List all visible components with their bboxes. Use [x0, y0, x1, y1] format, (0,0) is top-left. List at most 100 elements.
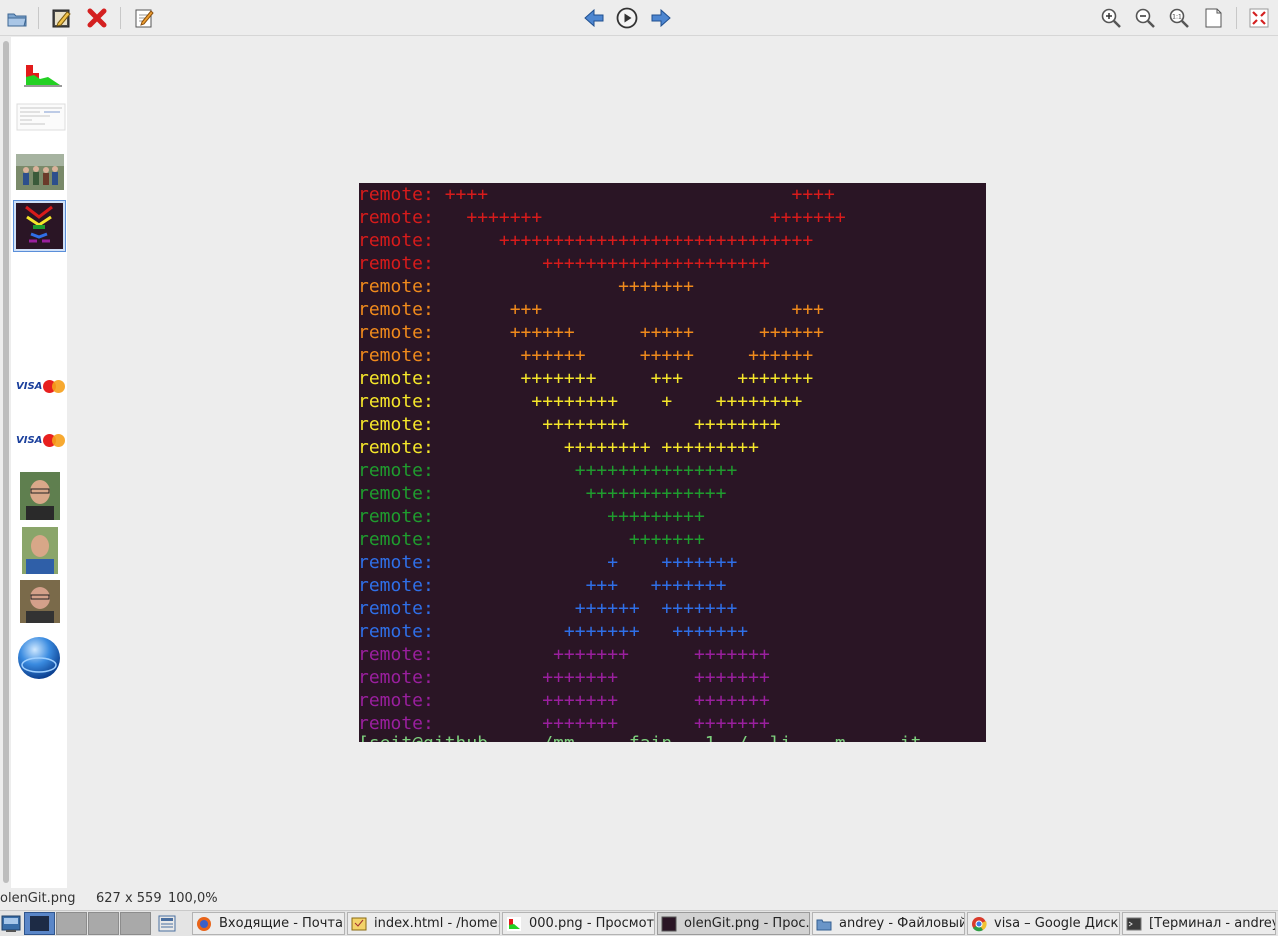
zoom-out-icon[interactable] [1132, 5, 1158, 31]
zoom-original-icon[interactable]: 1:1 [1166, 5, 1192, 31]
terminal-pluses: +++++++ +++++++ [433, 207, 846, 228]
terminal-prompt-tail: [seit@github.. ../mm.. ..fain ..1../..li… [359, 732, 922, 742]
play-icon[interactable] [614, 5, 640, 31]
terminal-pluses: ++++++ +++++ ++++++ [433, 322, 824, 343]
taskbar-task[interactable]: andrey - Файловый... [812, 912, 965, 935]
portrait-thumbnail[interactable] [22, 527, 58, 574]
terminal-pluses: +++++++++++++++++++++++++++++ [433, 230, 814, 251]
taskbar-task[interactable]: [Терминал - andrey... [1122, 912, 1276, 935]
terminal-prefix: remote: [359, 713, 434, 734]
zoom-in-icon[interactable] [1098, 5, 1124, 31]
terminal-prefix: remote: [359, 552, 434, 573]
taskbar-task[interactable]: index.html - /home... [347, 912, 500, 935]
terminal-pluses: +++++++ +++++++ [433, 713, 770, 734]
next-icon[interactable] [648, 5, 674, 31]
terminal-line: remote: +++++++++++++ [359, 482, 726, 505]
terminal-line: remote: ++++ ++++ [359, 183, 835, 206]
terminal-line: remote: +++ +++++++ [359, 574, 726, 597]
terminal-pluses: ++++++ +++++ ++++++ [433, 345, 814, 366]
portrait-thumbnail[interactable] [20, 472, 60, 520]
chrome-icon [971, 916, 987, 932]
menu-icon[interactable] [1, 914, 21, 933]
terminal-prefix: remote: [359, 644, 434, 665]
terminal-line: remote: +++++++++ [359, 505, 705, 528]
terminal-prefix: remote: [359, 460, 434, 481]
status-bar: olenGit.png 627 x 559 100,0% [0, 888, 1278, 910]
image-viewer-icon [661, 916, 677, 932]
workspace-4[interactable] [120, 912, 151, 935]
taskbar-task-label: 000.png - Просмот... [529, 916, 655, 931]
taskbar-task-label: index.html - /home... [374, 916, 500, 931]
olengit-thumbnail[interactable] [13, 200, 66, 252]
previous-icon[interactable] [581, 5, 607, 31]
taskbar-task[interactable]: olenGit.png - Прос... [657, 912, 810, 935]
terminal-prefix: remote: [359, 322, 434, 343]
terminal-prefix: remote: [359, 184, 434, 205]
taskbar-task-label: olenGit.png - Прос... [684, 916, 810, 931]
workspace-1[interactable] [24, 912, 55, 935]
terminal-pluses: ++++++++ ++++++++ [433, 414, 781, 435]
terminal-pluses: +++ +++++++ [433, 575, 727, 596]
terminal-pluses: +++++++ +++++++ [433, 621, 749, 642]
open-icon[interactable] [4, 5, 30, 31]
terminal-pluses: ++++ ++++ [433, 184, 835, 205]
terminal-line: remote: +++++++ [359, 275, 694, 298]
terminal-prefix: remote: [359, 299, 434, 320]
globe-thumbnail[interactable] [16, 635, 62, 681]
terminal-line: remote: ++++++++ ++++++++ [359, 413, 781, 436]
thumbnail-sidebar: VISA VISA [0, 37, 67, 888]
terminal-line: remote: +++++++ +++++++ [359, 620, 748, 643]
terminal-prefix: remote: [359, 230, 434, 251]
mastercard-logo [43, 433, 66, 447]
portrait-thumbnail[interactable] [20, 580, 60, 623]
visa-mastercard-thumbnail[interactable]: VISA [16, 431, 66, 449]
taskbar-task-label: [Терминал - andrey... [1149, 916, 1276, 931]
taskbar-task[interactable]: 000.png - Просмот... [502, 912, 655, 935]
group-photo-thumbnail[interactable] [16, 154, 64, 190]
terminal-pluses: +++++++ [433, 276, 694, 297]
workspace-3[interactable] [88, 912, 119, 935]
terminal-prefix: remote: [359, 207, 434, 228]
terminal-line: remote: +++++++++++++++++++++++++++++ [359, 229, 813, 252]
terminal-line: remote: +++++++ +++++++ [359, 689, 770, 712]
terminal-prefix: remote: [359, 391, 434, 412]
terminal-line: remote: ++++++ +++++ ++++++ [359, 321, 824, 344]
svg-text:1:1: 1:1 [1172, 14, 1182, 21]
fullscreen-icon[interactable] [1246, 5, 1272, 31]
terminal-prefix: remote: [359, 529, 434, 550]
show-desktop-icon[interactable] [158, 914, 176, 933]
sidebar-scrollbar[interactable] [3, 41, 9, 883]
terminal-pluses: +++ +++ [433, 299, 824, 320]
workspace-2[interactable] [56, 912, 87, 935]
terminal-line: remote: +++++++ +++ +++++++ [359, 367, 813, 390]
terminal-line: remote: +++++++ +++++++ [359, 206, 846, 229]
image-view[interactable]: remote: ++++ ++++ remote: +++++++ +++++++… [67, 37, 1278, 888]
terminal-prefix: remote: [359, 368, 434, 389]
terminal-prefix: remote: [359, 598, 434, 619]
chart-thumbnail[interactable] [16, 59, 62, 89]
visa-logo: VISA [16, 434, 43, 446]
edit-icon[interactable] [49, 5, 75, 31]
taskbar-task[interactable]: visa – Google Диск ... [967, 912, 1120, 935]
terminal-prefix: remote: [359, 506, 434, 527]
fit-page-icon[interactable] [1200, 5, 1226, 31]
taskbar-task-label: visa – Google Диск ... [994, 916, 1119, 931]
editor-icon [351, 916, 367, 932]
terminal-prefix: remote: [359, 690, 434, 711]
delete-icon[interactable] [84, 5, 110, 31]
file-manager-icon [816, 916, 832, 932]
taskbar-task[interactable]: Входящие - Почта ... [192, 912, 345, 935]
terminal-line: remote: + +++++++ [359, 551, 737, 574]
visa-mastercard-thumbnail[interactable]: VISA [16, 377, 66, 395]
thumbnail-list: VISA VISA [11, 37, 67, 888]
taskbar-task-label: Входящие - Почта ... [219, 916, 344, 931]
terminal-prefix: remote: [359, 345, 434, 366]
terminal-pluses: +++++++ +++++++ [433, 667, 770, 688]
terminal-pluses: +++++++ +++++++ [433, 644, 770, 665]
notes-icon[interactable] [131, 5, 157, 31]
document-thumbnail[interactable] [16, 103, 66, 131]
terminal-prefix: remote: [359, 253, 434, 274]
terminal-pluses: ++++++++ +++++++++ [433, 437, 759, 458]
terminal-line: remote: ++++++ +++++ ++++++ [359, 344, 813, 367]
taskbar: Входящие - Почта ... index.html - /home..… [0, 910, 1278, 936]
